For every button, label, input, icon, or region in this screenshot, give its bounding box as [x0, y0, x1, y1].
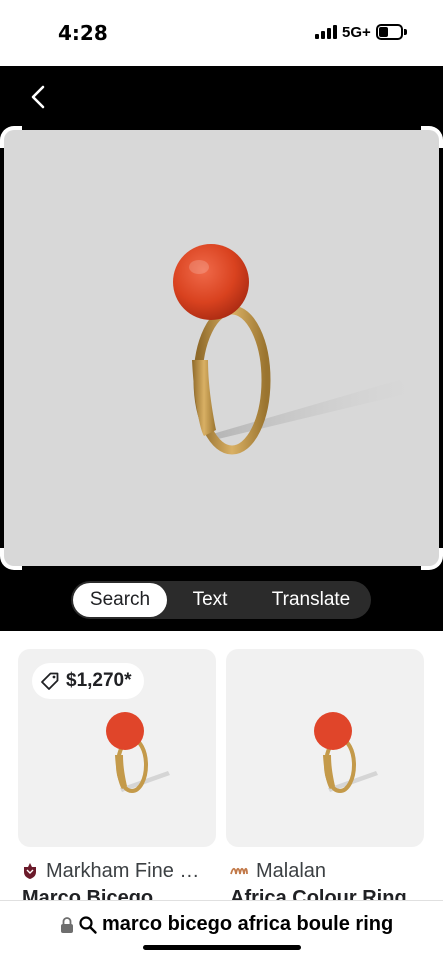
result-card[interactable]	[226, 649, 424, 847]
signal-icon	[315, 25, 337, 39]
battery-icon	[376, 24, 407, 40]
source-name: Markham Fine …	[46, 859, 200, 882]
result-image	[314, 712, 378, 793]
status-bar: 4:28 5G+	[0, 0, 443, 66]
search-icon	[79, 915, 97, 934]
lens-viewer: Search Text Translate	[0, 66, 443, 631]
bottom-search-bar: marco bicego africa boule ring	[0, 900, 443, 960]
lens-mode-tabs: Search Text Translate	[71, 581, 371, 619]
status-time: 4:28	[58, 21, 108, 45]
result-source[interactable]: Malalan	[230, 859, 426, 883]
crop-corner-top-right[interactable]	[421, 126, 443, 148]
tab-text[interactable]: Text	[175, 583, 245, 617]
ring-photo	[173, 244, 414, 455]
price-label: $1,270*	[66, 670, 132, 691]
crop-corner-top-left[interactable]	[0, 126, 22, 148]
lock-icon	[61, 916, 73, 933]
store-favicon-icon	[230, 867, 248, 875]
price-tag-icon	[41, 672, 59, 690]
search-query-bar[interactable]: marco bicego africa boule ring	[60, 913, 393, 936]
source-name: Malalan	[256, 859, 327, 882]
tab-translate[interactable]: Translate	[257, 583, 365, 617]
result-card[interactable]: $1,270*	[18, 649, 216, 847]
result-image	[106, 712, 170, 793]
back-chevron-icon[interactable]	[24, 82, 54, 112]
tab-search[interactable]: Search	[73, 583, 167, 617]
search-query-text: marco bicego africa boule ring	[102, 913, 394, 935]
crop-corner-bottom-left[interactable]	[0, 548, 22, 570]
visual-matches: $1,270* Markham Fine … Malalan Marco Bic…	[0, 631, 443, 901]
result-source[interactable]: Markham Fine …	[22, 859, 218, 883]
screen: 4:28 5G+ Search Text Translate $1,270* M…	[0, 0, 443, 960]
crop-corner-bottom-right[interactable]	[421, 548, 443, 570]
selected-image-region[interactable]	[0, 126, 443, 570]
network-label: 5G+	[342, 24, 371, 41]
store-favicon-icon	[24, 863, 36, 879]
home-indicator[interactable]	[143, 945, 301, 950]
